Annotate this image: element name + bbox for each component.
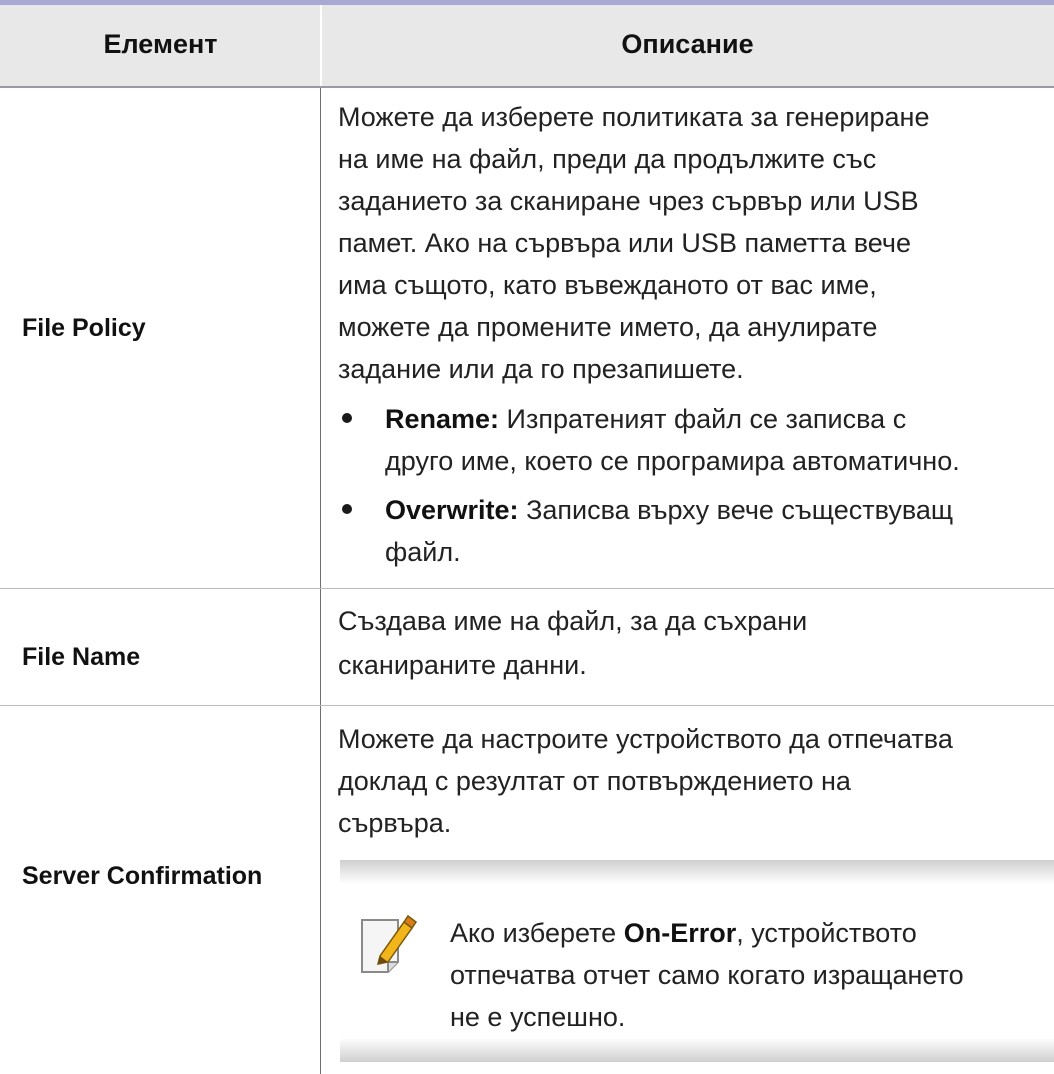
note-text-bold: On-Error [623,918,737,948]
note-pencil-icon [358,912,418,978]
bullet-dot [342,413,352,423]
element-file-name: File Name [22,643,141,671]
note-text-pre: Ако изберете [450,918,624,948]
file-policy-line-5: има същото, като въвежданото от вас име, [338,270,877,300]
file-policy-line-4: памет. Ако на сървъра или USB паметта ве… [338,228,911,258]
column-divider [320,88,321,1074]
note-box: Ако изберете On-Error, устройството отпе… [340,860,1054,1062]
note-bottom-shade [340,1038,1054,1062]
file-policy-line-1: Можете да изберете политиката за генерир… [338,102,930,132]
bullet-rename: Rename: Изпратеният файл се записва с [385,398,906,440]
bullet-dot [342,504,352,514]
bullet-overwrite-term: Overwrite: [385,495,519,525]
note-top-shade [340,860,1054,884]
file-policy-line-7: задание или да го презапишете. [338,354,744,384]
file-name-line-2: сканираните данни. [338,650,587,680]
file-policy-line-2: на име на файл, преди да продължите със [338,144,877,174]
row-separator [0,705,1054,706]
row-separator [0,588,1054,589]
bullet-rename-line-2: друго име, което се програмира автоматич… [385,446,960,476]
bullet-overwrite-line-2: файл. [385,537,461,567]
note-line-1: Ако изберете On-Error, устройството [450,912,917,954]
bullet-rename-term: Rename: [385,404,500,434]
file-policy-line-3: заданието за сканиране чрез сървър или U… [338,186,919,216]
file-policy-line-6: можете да промените името, да анулирате [338,312,878,342]
note-text-post: , устройството [736,918,917,948]
bullet-overwrite-text: Записва върху вече съществуващ [518,495,954,525]
element-file-policy: File Policy [22,314,146,342]
server-confirmation-line-3: сървъра. [338,808,452,838]
header-rule [0,86,1054,88]
file-name-line-1: Създава име на файл, за да съхрани [338,606,808,636]
server-confirmation-line-1: Можете да настроите устройството да отпе… [338,724,953,754]
note-line-2: отпечатва отчет само когато изращането [450,960,964,990]
header-description: Описание [621,29,754,59]
header-element: Елемент [103,29,218,59]
bullet-rename-text: Изпратеният файл се записва с [499,404,907,434]
bullet-overwrite: Overwrite: Записва върху вече съществува… [385,489,953,531]
element-server-confirmation: Server Confirmation [22,862,263,890]
server-confirmation-line-2: доклад с резултат от потвърждението на [338,766,851,796]
note-line-3: не е успешно. [450,1002,626,1032]
